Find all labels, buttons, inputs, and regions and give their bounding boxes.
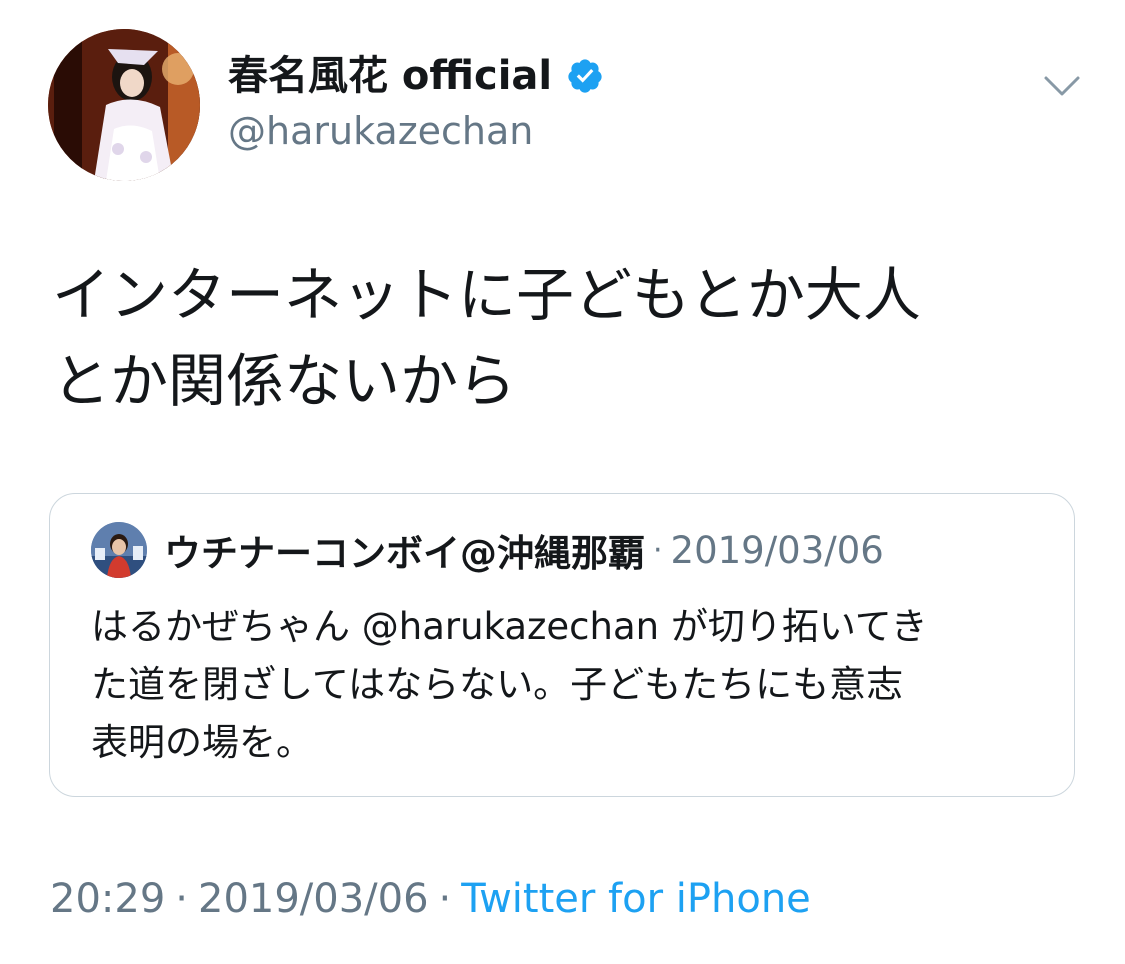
tweet-text: インターネットに子どもとか大人 とか関係ないから: [52, 261, 921, 415]
quoted-separator: ·: [653, 532, 663, 568]
author-name-text: 春名風花 official: [228, 53, 553, 99]
quoted-tweet-card[interactable]: ウチナーコンボイ@沖縄那覇 · 2019/03/06 はるかぜちゃん @haru…: [49, 493, 1075, 797]
quoted-header: ウチナーコンボイ@沖縄那覇 · 2019/03/06: [164, 524, 884, 576]
author-avatar[interactable]: [48, 29, 200, 181]
author-display-name[interactable]: 春名風花 official: [228, 52, 604, 100]
footer-separator-2: ·: [438, 876, 452, 922]
tweet-time: 20:29: [50, 876, 166, 922]
footer-separator: ·: [175, 876, 188, 922]
quoted-author-avatar[interactable]: [91, 522, 147, 578]
quoted-date: 2019/03/06: [670, 528, 884, 572]
author-handle[interactable]: @harukazechan: [228, 108, 533, 154]
quoted-text: はるかぜちゃん @harukazechan が切り拓いてき た道を閉ざしてはなら…: [91, 605, 928, 764]
chevron-down-icon[interactable]: [1040, 68, 1084, 104]
tweet-date: 2019/03/06: [198, 876, 429, 922]
verified-badge-icon: [566, 57, 604, 95]
quoted-avatar-image: [91, 522, 147, 578]
author-avatar-image: [48, 29, 200, 181]
quoted-display-name[interactable]: ウチナーコンボイ@沖縄那覇: [164, 523, 645, 577]
tweet-footer: 20:29 · 2019/03/06 · Twitter for iPhone: [50, 874, 811, 924]
tweet-source-link[interactable]: Twitter for iPhone: [461, 876, 811, 922]
